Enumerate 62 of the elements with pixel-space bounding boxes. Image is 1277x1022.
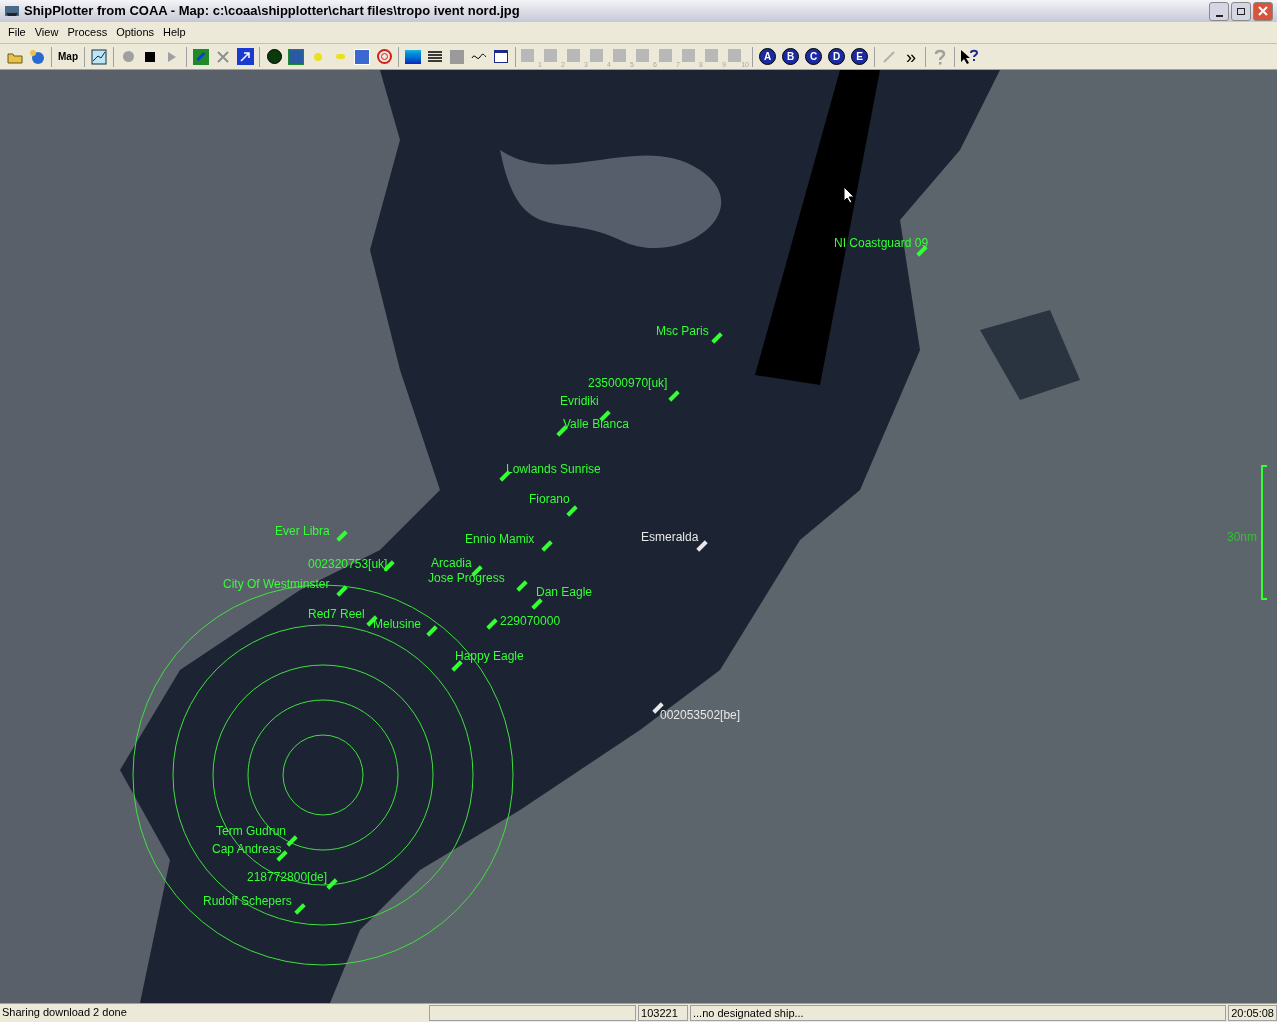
ship-label[interactable]: Esmeralda bbox=[641, 531, 699, 543]
menu-item[interactable]: Options bbox=[112, 24, 159, 41]
ship-label[interactable]: NI Coastguard 09 bbox=[834, 237, 929, 249]
ship-marker-icon bbox=[541, 540, 553, 552]
ship-label[interactable]: Dan Eagle bbox=[536, 586, 593, 598]
ship-label[interactable]: Cap Andreas bbox=[212, 843, 282, 855]
ship-label[interactable]: Melusine bbox=[373, 618, 422, 630]
map-button[interactable]: Map bbox=[55, 45, 81, 68]
more-button[interactable]: » bbox=[900, 45, 922, 68]
marker-button[interactable]: A bbox=[759, 48, 776, 65]
ship-label[interactable]: Ever Libra bbox=[275, 525, 330, 537]
ship-marker-icon bbox=[336, 530, 348, 542]
arrow-icon[interactable] bbox=[234, 45, 256, 68]
restore-button[interactable] bbox=[1231, 1, 1251, 21]
marker-button[interactable]: C bbox=[805, 48, 822, 65]
ship-label[interactable]: 002320753[uk] bbox=[308, 558, 388, 570]
ship-marker-icon bbox=[696, 540, 708, 552]
ship-label[interactable]: Arcadia bbox=[431, 557, 472, 569]
ship-label[interactable]: 002053502[be] bbox=[660, 709, 741, 721]
ship-label[interactable]: Ennio Mamix bbox=[465, 533, 535, 545]
menu-item[interactable]: View bbox=[30, 24, 63, 41]
ship-label[interactable]: Evridiki bbox=[560, 395, 599, 407]
ship-label[interactable]: Lowlands Sunrise bbox=[506, 463, 601, 475]
ship-marker-icon bbox=[531, 598, 543, 610]
ship-marker-icon bbox=[516, 580, 528, 592]
menu-item[interactable]: File bbox=[4, 24, 30, 41]
marker-button[interactable]: B bbox=[782, 48, 799, 65]
ship-marker-icon bbox=[486, 618, 498, 630]
ship-label[interactable]: Fiorano bbox=[529, 493, 570, 505]
scale-label: 30nm bbox=[1227, 529, 1258, 546]
ship-marker-icon bbox=[326, 878, 338, 890]
marker-button[interactable]: E bbox=[851, 48, 868, 65]
ship-marker-icon bbox=[711, 332, 723, 344]
ship-marker-icon bbox=[426, 625, 438, 637]
ship-marker-icon bbox=[916, 245, 928, 257]
cursor-icon bbox=[843, 186, 855, 204]
status-pane: 103221 bbox=[638, 1005, 688, 1021]
ship-marker-icon bbox=[336, 585, 348, 597]
ship-label[interactable]: Red7 Reel bbox=[308, 608, 365, 620]
window-title: ShipPlotter from COAA - Map: c:\coaa\shipplotter\chart files\tropo ivent nord.jpg bbox=[24, 2, 520, 21]
status-pane: ...no designated ship... bbox=[690, 1005, 1227, 1021]
ship-marker-icon bbox=[668, 390, 680, 402]
status-pane: 20:05:08 bbox=[1228, 1005, 1277, 1021]
ship-marker-icon bbox=[294, 903, 306, 915]
ship-marker-icon bbox=[566, 505, 578, 517]
status-pane: Sharing download 2 done bbox=[1, 1005, 128, 1020]
menu-item[interactable]: Process bbox=[63, 24, 112, 41]
ship-label[interactable]: Msc Paris bbox=[656, 325, 709, 337]
ship-label[interactable]: 235000970[uk] bbox=[588, 377, 668, 389]
ship-label[interactable]: Happy Eagle bbox=[455, 650, 524, 662]
ship-marker-icon bbox=[286, 835, 298, 847]
ship-icon bbox=[4, 4, 20, 18]
ship-label[interactable]: Valle Bianca bbox=[563, 418, 629, 430]
ship-label[interactable]: Rudolf Schepers bbox=[203, 895, 292, 907]
marker-button[interactable]: D bbox=[828, 48, 845, 65]
ship-label[interactable]: City Of Westminster bbox=[223, 578, 330, 590]
menu-item[interactable]: Help bbox=[159, 24, 190, 41]
close-icon bbox=[1258, 6, 1268, 16]
close-button[interactable] bbox=[1253, 1, 1273, 21]
minimize-button[interactable] bbox=[1209, 1, 1229, 21]
ship-label[interactable]: Jose Progress bbox=[428, 572, 505, 584]
ship-label[interactable]: 229070000 bbox=[500, 615, 561, 627]
